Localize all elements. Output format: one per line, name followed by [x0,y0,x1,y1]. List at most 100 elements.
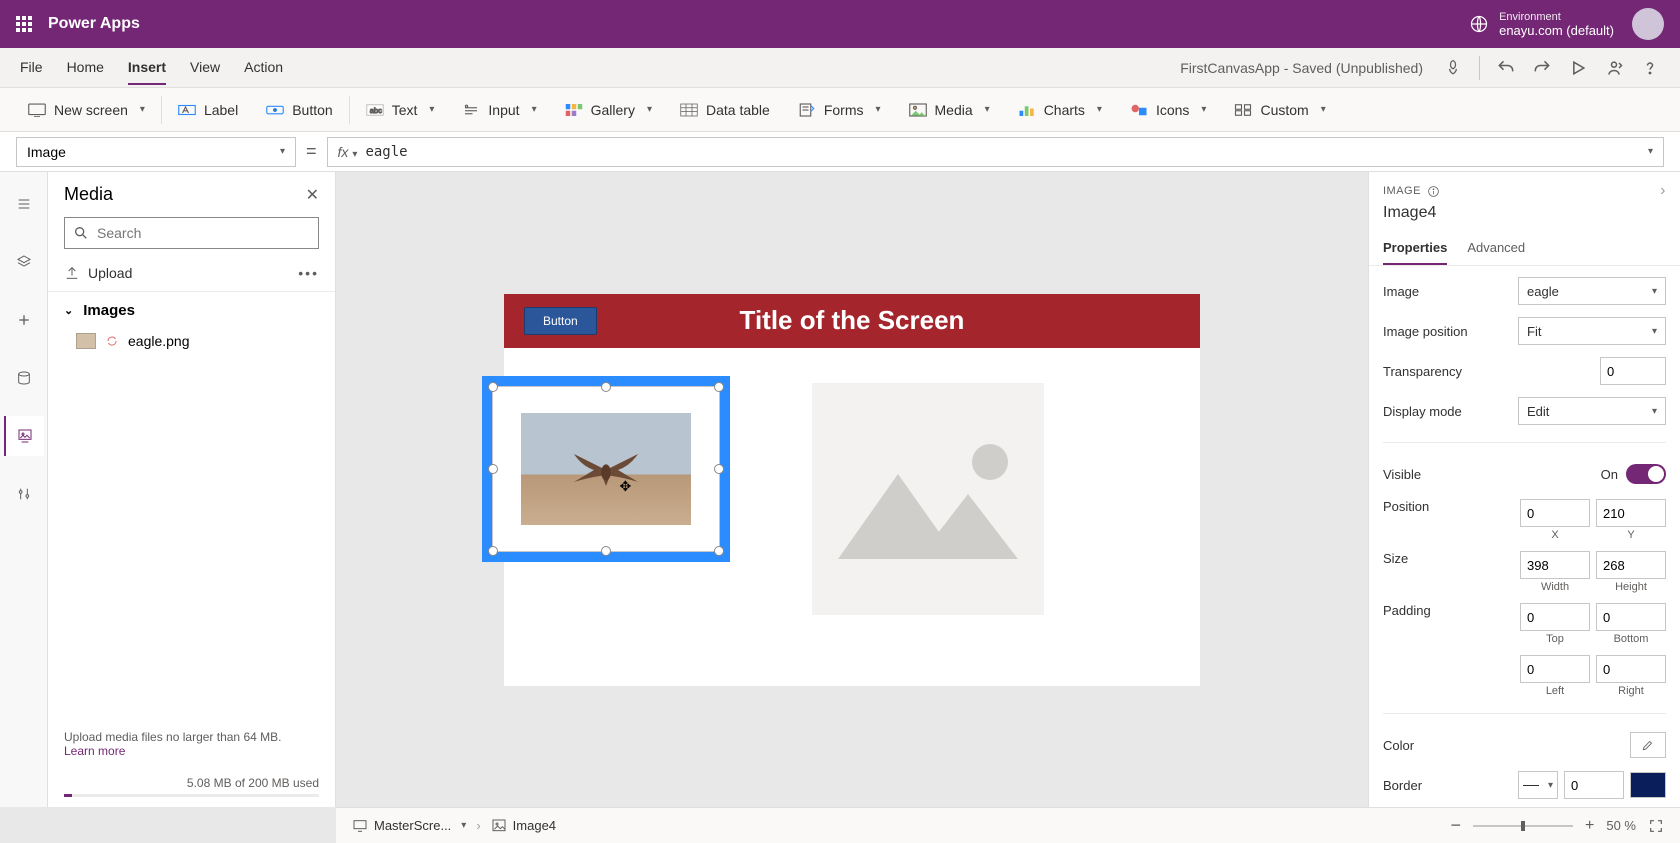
rail-layers-icon[interactable] [4,242,44,282]
ribbon-forms[interactable]: Forms▾ [786,88,893,131]
prop-image-select[interactable]: eagle▾ [1518,277,1666,305]
prop-transparency-input[interactable] [1600,357,1666,385]
prop-pad-top-input[interactable] [1520,603,1590,631]
menu-file[interactable]: File [20,51,43,85]
label-icon [178,103,196,117]
rail-data-icon[interactable] [4,358,44,398]
search-input[interactable] [97,225,310,241]
resize-handle[interactable] [488,464,498,474]
zoom-slider[interactable] [1473,825,1573,827]
resize-handle[interactable] [714,382,724,392]
property-selector[interactable]: Image ▾ [16,137,296,167]
rail-insert-icon[interactable] [4,300,44,340]
ribbon-data-table[interactable]: Data table [668,88,782,131]
menu-insert[interactable]: Insert [128,51,166,85]
media-icon [909,103,927,117]
menu-view[interactable]: View [190,51,220,85]
resize-handle[interactable] [601,382,611,392]
help-icon[interactable] [1640,58,1660,78]
info-icon[interactable] [1427,185,1440,198]
fit-screen-icon[interactable] [1648,818,1664,834]
resize-handle[interactable] [601,546,611,556]
ribbon-new-screen[interactable]: New screen▾ [16,88,157,131]
chevron-right-icon[interactable]: › [1660,182,1666,200]
prop-x-input[interactable] [1520,499,1590,527]
canvas-button[interactable]: Button [524,307,597,335]
env-label: Environment [1499,11,1614,23]
ribbon-charts[interactable]: Charts▾ [1006,88,1114,131]
upload-button[interactable]: Upload [64,265,132,281]
ribbon-custom[interactable]: Custom▾ [1222,88,1337,131]
env-name: enayu.com (default) [1499,23,1614,38]
shapes-icon [1130,103,1148,117]
media-search[interactable] [64,217,319,249]
media-title: Media [64,184,113,205]
prop-border-color[interactable] [1630,772,1666,798]
resize-handle[interactable] [714,464,724,474]
prop-border-width[interactable] [1564,771,1624,799]
prop-pad-right-input[interactable] [1596,655,1666,683]
breadcrumb-element[interactable]: Image4 [491,818,556,834]
ribbon-icons[interactable]: Icons▾ [1118,88,1219,131]
undo-icon[interactable] [1496,58,1516,78]
more-icon[interactable]: ••• [298,265,319,281]
prop-imgpos-select[interactable]: Fit▾ [1518,317,1666,345]
menu-home[interactable]: Home [67,51,104,85]
app-checker-icon[interactable] [1443,58,1463,78]
app-launcher-icon[interactable] [16,16,32,32]
media-item-eagle[interactable]: eagle.png [64,327,319,355]
fx-icon[interactable]: fx▾ [338,144,358,160]
prop-border-style[interactable]: ▾ [1518,771,1558,799]
ribbon-input[interactable]: Input▾ [450,88,548,131]
ribbon-button[interactable]: Button [254,88,344,131]
ribbon-label[interactable]: Label [166,88,250,131]
ribbon-media[interactable]: Media▾ [897,88,1002,131]
chevron-right-icon: › [476,818,480,833]
zoom-in-button[interactable]: + [1585,817,1594,835]
forms-icon [798,103,816,117]
breadcrumb-screen[interactable]: MasterScre... ▾ [352,818,466,834]
play-icon[interactable] [1568,58,1588,78]
ribbon-text[interactable]: abc Text▾ [354,88,447,131]
canvas-area[interactable]: Button Title of the Screen ✥ [336,172,1368,807]
image-placeholder[interactable] [812,383,1044,615]
prop-visible-toggle[interactable] [1626,464,1666,484]
resize-handle[interactable] [488,382,498,392]
prop-pad-bottom-input[interactable] [1596,603,1666,631]
menu-action[interactable]: Action [244,51,283,85]
learn-more-link[interactable]: Learn more [64,744,125,758]
canvas-screen[interactable]: Button Title of the Screen ✥ [504,294,1200,686]
prop-imgpos-label: Image position [1383,324,1468,339]
element-name: Image4 [1369,204,1680,232]
resize-handle[interactable] [714,546,724,556]
environment-selector[interactable]: Environment enayu.com (default) [1469,11,1614,38]
app-title: Power Apps [48,15,140,33]
rail-advanced-icon[interactable] [4,474,44,514]
share-icon[interactable] [1604,58,1624,78]
eagle-image [521,413,691,525]
close-icon[interactable]: ✕ [306,185,319,205]
storage-bar [64,794,319,797]
menu-bar: File Home Insert View Action FirstCanvas… [0,48,1680,88]
rail-media-icon[interactable] [4,416,44,456]
prop-y-input[interactable] [1596,499,1666,527]
media-panel: Media ✕ Upload ••• ⌄ Images eagle.png [48,172,336,807]
formula-input[interactable] [365,144,1636,160]
tab-advanced[interactable]: Advanced [1467,232,1525,265]
redo-icon[interactable] [1532,58,1552,78]
images-section-header[interactable]: ⌄ Images [64,302,319,319]
zoom-out-button[interactable]: − [1451,815,1462,836]
expand-formula-icon[interactable]: ▾ [1648,146,1653,157]
prop-width-input[interactable] [1520,551,1590,579]
resize-handle[interactable] [488,546,498,556]
tab-properties[interactable]: Properties [1383,232,1447,265]
selected-image-control[interactable]: ✥ [482,376,730,562]
prop-displaymode-select[interactable]: Edit▾ [1518,397,1666,425]
ribbon-gallery[interactable]: Gallery▾ [553,88,664,131]
user-avatar[interactable] [1632,8,1664,40]
prop-pad-left-input[interactable] [1520,655,1590,683]
prop-height-input[interactable] [1596,551,1666,579]
prop-visible-label: Visible [1383,467,1421,482]
prop-color-swatch[interactable] [1630,732,1666,758]
rail-tree-icon[interactable] [4,184,44,224]
